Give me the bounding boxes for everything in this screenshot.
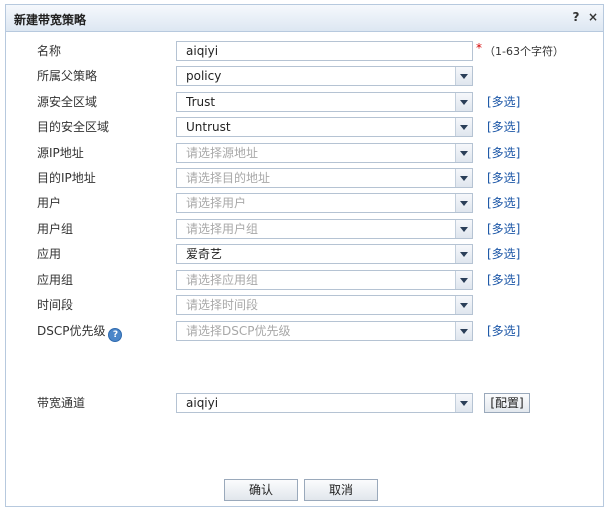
user-select[interactable]: 请选择用户 bbox=[176, 193, 473, 213]
src-ip-select[interactable]: 请选择源地址 bbox=[176, 143, 473, 163]
name-input[interactable] bbox=[176, 41, 473, 61]
confirm-button[interactable]: 确认 bbox=[224, 479, 298, 501]
dst-zone-value: Untrust bbox=[186, 120, 231, 134]
user-placeholder: 请选择用户 bbox=[186, 196, 247, 210]
parent-policy-label: 所属父策略 bbox=[37, 69, 98, 83]
chevron-down-icon[interactable] bbox=[455, 67, 472, 85]
dst-zone-multi-link[interactable]: [多选] bbox=[487, 117, 520, 137]
user-label: 用户 bbox=[37, 196, 62, 210]
src-zone-label: 源安全区域 bbox=[37, 95, 98, 109]
dscp-multi-link[interactable]: [多选] bbox=[487, 321, 520, 341]
dst-ip-placeholder: 请选择目的地址 bbox=[186, 171, 271, 185]
name-length-hint: （1-63个字符） bbox=[484, 45, 564, 58]
dialog-titlebar: 新建带宽策略 ? × bbox=[6, 5, 603, 32]
src-zone-value: Trust bbox=[186, 95, 216, 109]
cancel-button[interactable]: 取消 bbox=[304, 479, 378, 501]
close-icon[interactable]: × bbox=[586, 10, 600, 24]
src-zone-multi-link[interactable]: [多选] bbox=[487, 92, 520, 112]
src-zone-select[interactable]: Trust bbox=[176, 92, 473, 112]
src-ip-label: 源IP地址 bbox=[37, 146, 84, 160]
chevron-down-icon[interactable] bbox=[455, 169, 472, 187]
dialog-title: 新建带宽策略 bbox=[14, 13, 87, 27]
dst-ip-label: 目的IP地址 bbox=[37, 171, 96, 185]
time-range-placeholder: 请选择时间段 bbox=[186, 298, 259, 312]
application-label: 应用 bbox=[37, 247, 62, 261]
app-group-select[interactable]: 请选择应用组 bbox=[176, 270, 473, 290]
time-range-select[interactable]: 请选择时间段 bbox=[176, 295, 473, 315]
src-ip-placeholder: 请选择源地址 bbox=[186, 146, 259, 160]
chevron-down-icon[interactable] bbox=[455, 220, 472, 238]
dst-zone-select[interactable]: Untrust bbox=[176, 117, 473, 137]
channel-config-button[interactable]: [配置] bbox=[484, 393, 530, 413]
app-group-multi-link[interactable]: [多选] bbox=[487, 270, 520, 290]
chevron-down-icon[interactable] bbox=[455, 144, 472, 162]
user-group-label: 用户组 bbox=[37, 222, 74, 236]
chevron-down-icon[interactable] bbox=[455, 322, 472, 340]
channel-label: 带宽通道 bbox=[37, 396, 86, 410]
user-group-multi-link[interactable]: [多选] bbox=[487, 219, 520, 239]
dscp-select[interactable]: 请选择DSCP优先级 bbox=[176, 321, 473, 341]
time-range-label: 时间段 bbox=[37, 298, 74, 312]
user-group-placeholder: 请选择用户组 bbox=[186, 222, 259, 236]
chevron-down-icon[interactable] bbox=[455, 245, 472, 263]
user-group-select[interactable]: 请选择用户组 bbox=[176, 219, 473, 239]
chevron-down-icon[interactable] bbox=[455, 118, 472, 136]
src-ip-multi-link[interactable]: [多选] bbox=[487, 143, 520, 163]
dscp-label-wrap: DSCP优先级? bbox=[37, 321, 123, 342]
dscp-label: DSCP优先级 bbox=[37, 324, 106, 338]
app-group-label: 应用组 bbox=[37, 273, 74, 287]
chevron-down-icon[interactable] bbox=[455, 296, 472, 314]
dscp-placeholder: 请选择DSCP优先级 bbox=[186, 324, 291, 338]
dst-ip-select[interactable]: 请选择目的地址 bbox=[176, 168, 473, 188]
user-multi-link[interactable]: [多选] bbox=[487, 193, 520, 213]
parent-policy-select[interactable]: policy bbox=[176, 66, 473, 86]
dst-zone-label: 目的安全区域 bbox=[37, 120, 110, 134]
application-select[interactable]: 爱奇艺 bbox=[176, 244, 473, 264]
application-value: 爱奇艺 bbox=[186, 247, 223, 261]
required-mark: * bbox=[476, 41, 482, 55]
chevron-down-icon[interactable] bbox=[455, 93, 472, 111]
parent-policy-value: policy bbox=[186, 69, 222, 83]
name-label: 名称 bbox=[37, 44, 62, 58]
app-group-placeholder: 请选择应用组 bbox=[186, 273, 259, 287]
help-icon[interactable]: ? bbox=[569, 10, 583, 24]
dst-ip-multi-link[interactable]: [多选] bbox=[487, 168, 520, 188]
help-icon[interactable]: ? bbox=[108, 328, 123, 342]
chevron-down-icon[interactable] bbox=[455, 271, 472, 289]
channel-select[interactable]: aiqiyi bbox=[176, 393, 473, 413]
chevron-down-icon[interactable] bbox=[455, 194, 472, 212]
channel-value: aiqiyi bbox=[186, 396, 219, 410]
chevron-down-icon[interactable] bbox=[455, 394, 472, 412]
application-multi-link[interactable]: [多选] bbox=[487, 244, 520, 264]
